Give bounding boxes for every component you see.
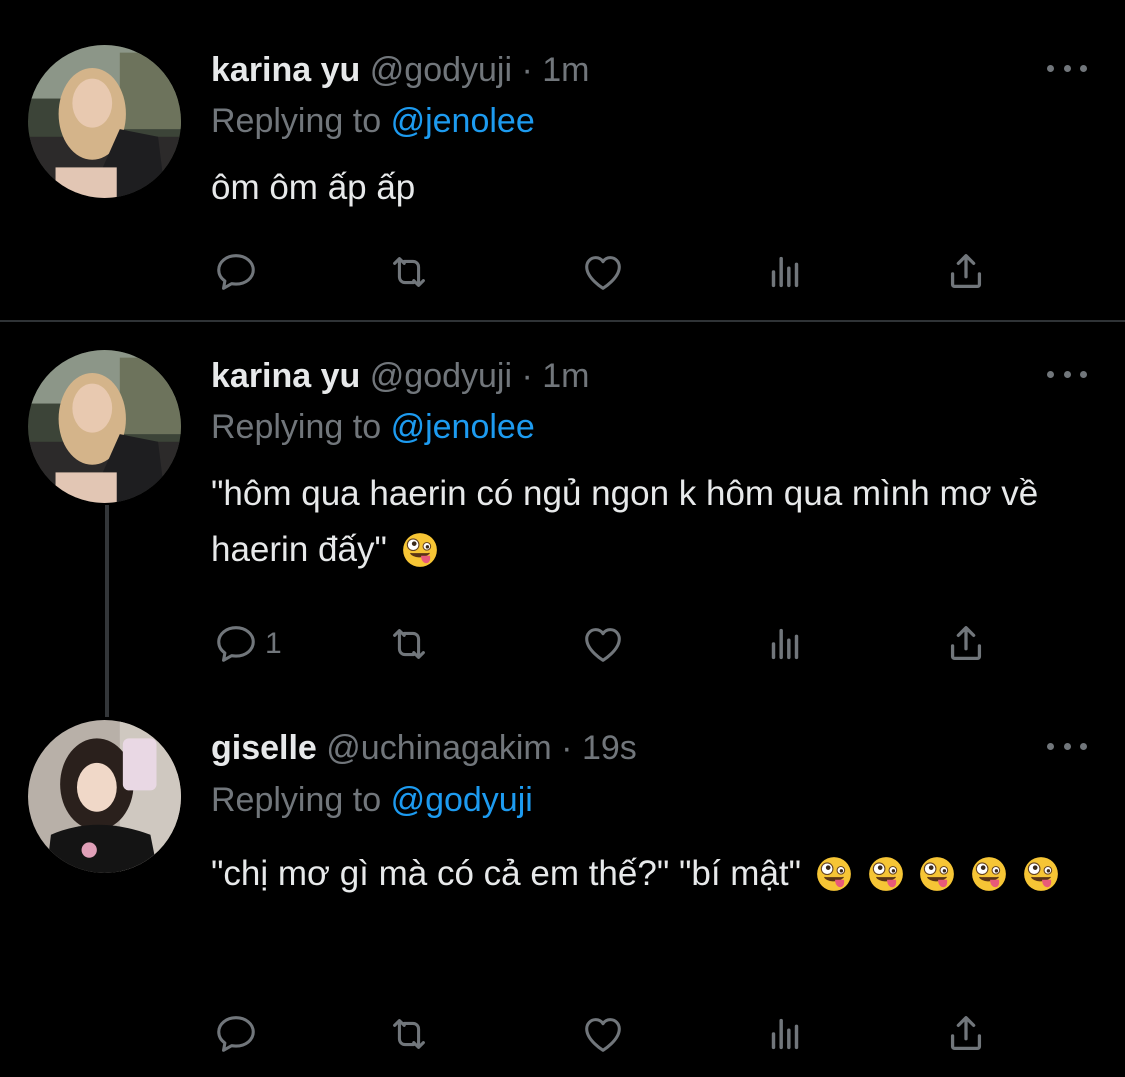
reply-button[interactable] — [213, 248, 259, 296]
replying-prefix: Replying to — [211, 408, 382, 446]
share-button[interactable] — [943, 1010, 989, 1058]
views-icon — [762, 249, 808, 295]
more-icon — [1047, 742, 1054, 750]
avatar-photo — [28, 350, 181, 503]
retweet-icon — [386, 621, 432, 667]
tweet-header: karina yu @godyuji · 1m — [211, 50, 590, 90]
timestamp[interactable]: 19s — [582, 729, 637, 767]
timestamp[interactable]: 1m — [542, 51, 589, 89]
like-button[interactable] — [580, 248, 626, 296]
replying-to: Replying to @jenolee — [211, 101, 535, 141]
replying-prefix: Replying to — [211, 781, 382, 819]
replying-to: Replying to @jenolee — [211, 407, 535, 447]
tweet-text-content: "chị mơ gì mà có cả em thế?" "bí mật" — [211, 854, 802, 893]
display-name[interactable]: giselle — [211, 729, 317, 767]
more-icon-dot — [1080, 64, 1087, 72]
avatar-photo — [28, 45, 181, 198]
tweet-text: "hôm qua haerin có ngủ ngon k hôm qua mì… — [211, 466, 1091, 578]
reply-button[interactable]: 1 — [213, 620, 282, 668]
zany-face-emoji — [401, 531, 439, 569]
views-button[interactable] — [762, 248, 808, 296]
zany-face-emoji — [815, 855, 853, 893]
reply-icon — [213, 621, 259, 667]
more-icon — [1047, 370, 1054, 378]
share-button[interactable] — [943, 248, 989, 296]
retweet-button[interactable] — [386, 248, 432, 296]
reply-button[interactable] — [213, 1010, 259, 1058]
tweet-header: karina yu @godyuji · 1m — [211, 356, 590, 396]
more-icon-dot — [1080, 370, 1087, 378]
replying-to: Replying to @godyuji — [211, 780, 533, 820]
timestamp[interactable]: 1m — [542, 357, 589, 395]
user-handle[interactable]: @uchinagakim — [326, 729, 551, 767]
like-button[interactable] — [580, 1010, 626, 1058]
replying-mention[interactable]: @jenolee — [391, 102, 535, 140]
tweet-text: "chị mơ gì mà có cả em thế?" "bí mật" — [211, 846, 1081, 902]
share-button[interactable] — [943, 620, 989, 668]
separator: · — [561, 729, 573, 767]
retweet-button[interactable] — [386, 620, 432, 668]
user-handle[interactable]: @godyuji — [370, 51, 512, 89]
tweet-text-content: "hôm qua haerin có ngủ ngon k hôm qua mì… — [211, 474, 1039, 569]
more-button[interactable] — [1047, 736, 1087, 756]
views-button[interactable] — [762, 1010, 808, 1058]
reply-icon — [213, 249, 259, 295]
retweet-icon — [386, 1011, 432, 1057]
replying-prefix: Replying to — [211, 102, 382, 140]
more-button[interactable] — [1047, 364, 1087, 384]
more-icon-dot — [1063, 64, 1071, 72]
zany-face-emoji — [1022, 855, 1060, 893]
like-button[interactable] — [580, 620, 626, 668]
tweet-3[interactable]: giselle @uchinagakim · 19s Replying to @… — [0, 700, 1125, 1077]
replying-mention[interactable]: @jenolee — [391, 408, 535, 446]
avatar[interactable] — [28, 720, 181, 873]
retweet-icon — [386, 249, 432, 295]
zany-face-emoji — [970, 855, 1008, 893]
zany-face-emoji — [918, 855, 956, 893]
like-icon — [580, 621, 626, 667]
tweet-text: ôm ôm ấp ấp — [211, 160, 1091, 216]
like-icon — [580, 1011, 626, 1057]
tweet-text-content: ôm ôm ấp ấp — [211, 168, 416, 207]
tweet-header: giselle @uchinagakim · 19s — [211, 728, 637, 768]
more-icon-dot — [1063, 742, 1071, 750]
replying-mention[interactable]: @godyuji — [391, 781, 533, 819]
tweet-2[interactable]: karina yu @godyuji · 1m Replying to @jen… — [0, 322, 1125, 702]
user-handle[interactable]: @godyuji — [370, 357, 512, 395]
more-icon — [1047, 64, 1054, 72]
display-name[interactable]: karina yu — [211, 51, 360, 89]
reply-count: 1 — [265, 627, 282, 660]
avatar[interactable] — [28, 45, 181, 198]
retweet-button[interactable] — [386, 1010, 432, 1058]
separator: · — [521, 51, 533, 89]
avatar-photo — [28, 720, 181, 873]
views-icon — [762, 621, 808, 667]
views-button[interactable] — [762, 620, 808, 668]
zany-face-emoji — [867, 855, 905, 893]
views-icon — [762, 1011, 808, 1057]
like-icon — [580, 249, 626, 295]
display-name[interactable]: karina yu — [211, 357, 360, 395]
thread-connector — [105, 505, 109, 717]
tweet-1[interactable]: karina yu @godyuji · 1m Replying to @jen… — [0, 0, 1125, 320]
avatar[interactable] — [28, 350, 181, 503]
more-icon-dot — [1080, 742, 1087, 750]
more-button[interactable] — [1047, 58, 1087, 78]
reply-icon — [213, 1011, 259, 1057]
share-icon — [943, 1011, 989, 1057]
more-icon-dot — [1063, 370, 1071, 378]
separator: · — [521, 357, 533, 395]
share-icon — [943, 249, 989, 295]
share-icon — [943, 621, 989, 667]
